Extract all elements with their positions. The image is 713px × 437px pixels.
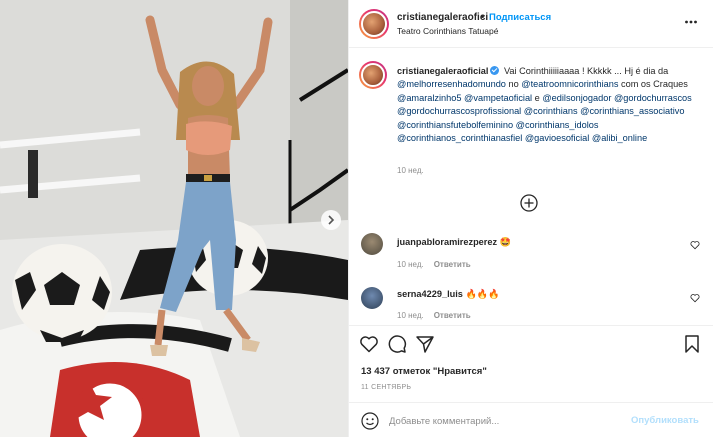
- emoji-icon[interactable]: [361, 412, 379, 430]
- author-username[interactable]: cristianegaleraofici: [397, 12, 488, 23]
- mention-link[interactable]: @corinthianos_corinthianasfiel: [397, 133, 522, 143]
- photo-illustration: [0, 0, 348, 437]
- post-location[interactable]: Teatro Corinthians Tatuapé: [397, 26, 498, 36]
- post-actions: 13 437 отметок "Нравится" 11 СЕНТЯБРЬ Оп…: [349, 325, 713, 437]
- mention-link[interactable]: @alibi_online: [592, 133, 647, 143]
- comment-username[interactable]: serna4229_luis: [397, 289, 463, 299]
- carousel-next-button[interactable]: [321, 210, 341, 230]
- comment-item: juanpabloramirezperez 🤩: [397, 237, 511, 248]
- add-comment-bar: Опубликовать: [349, 402, 713, 437]
- mention-link[interactable]: @gavioesoficial: [525, 133, 589, 143]
- mention-link[interactable]: @corinthians: [524, 106, 578, 116]
- comment-item: serna4229_luis 🔥🔥🔥: [397, 289, 500, 300]
- comment-bubble-icon[interactable]: [387, 334, 407, 354]
- caption-text: com os Craques: [618, 79, 688, 90]
- caption-text: e: [532, 92, 543, 103]
- caption-username[interactable]: cristianegaleraoficial: [397, 66, 488, 76]
- likes-number: 13 437: [361, 366, 391, 377]
- comment-text: 🤩: [499, 237, 512, 247]
- post-caption: cristianegaleraoficial Vai Corinthiiiiia…: [397, 65, 702, 145]
- likes-label: отметок "Нравится": [392, 366, 487, 377]
- load-more-comments-icon[interactable]: [520, 194, 538, 212]
- mention-link[interactable]: @edilsonjogador: [542, 93, 611, 103]
- follow-button[interactable]: Подписаться: [489, 12, 551, 23]
- mention-link[interactable]: @teatroomnicorinthians: [521, 79, 618, 89]
- commenter-avatar[interactable]: [361, 233, 383, 255]
- comment-username[interactable]: juanpabloramirezperez: [397, 237, 497, 247]
- publish-button[interactable]: Опубликовать: [631, 415, 699, 426]
- like-heart-icon[interactable]: [359, 334, 379, 354]
- mention-link[interactable]: @corinthians_associativo: [580, 106, 684, 116]
- share-send-icon[interactable]: [415, 334, 435, 354]
- mention-link[interactable]: @corinthians_idolos: [516, 120, 599, 130]
- caption-text-start: Vai Corinthiiiiiaaaa ! Kkkkk ... Hj é di…: [503, 66, 669, 76]
- likes-count[interactable]: 13 437 отметок "Нравится": [361, 366, 487, 377]
- reply-button[interactable]: Ответить: [434, 311, 471, 320]
- mention-link[interactable]: @gordochurrascosprofissional: [397, 106, 521, 116]
- comment-time[interactable]: 10 нед.: [397, 260, 424, 269]
- verified-badge-icon: [490, 66, 500, 75]
- mention-link[interactable]: @vampetaoficial: [464, 93, 532, 103]
- comment-like-heart-icon[interactable]: [690, 240, 700, 250]
- reply-button[interactable]: Ответить: [434, 260, 471, 269]
- chevron-right-icon: [328, 215, 335, 225]
- mention-link[interactable]: @amaralzinho5: [397, 93, 461, 103]
- comment-meta: 10 нед. Ответить: [397, 260, 471, 269]
- comment-time[interactable]: 10 нед.: [397, 311, 424, 320]
- author-avatar[interactable]: [359, 9, 389, 39]
- caption-timestamp[interactable]: 10 нед.: [397, 166, 424, 175]
- mention-link[interactable]: @gordochurrascos: [614, 93, 692, 103]
- header-separator: •: [481, 12, 485, 23]
- comment-meta: 10 нед. Ответить: [397, 311, 471, 320]
- bookmark-icon[interactable]: [682, 334, 702, 354]
- post-photo[interactable]: [0, 0, 348, 437]
- post-header: cristianegaleraofici • Подписаться Teatr…: [349, 0, 713, 48]
- comment-text: 🔥🔥🔥: [465, 289, 500, 299]
- caption-text: no: [505, 79, 522, 90]
- instagram-post: cristianegaleraofici • Подписаться Teatr…: [0, 0, 713, 437]
- mention-link[interactable]: @melhorresenhadomundo: [397, 79, 506, 89]
- post-date[interactable]: 11 СЕНТЯБРЬ: [361, 384, 411, 391]
- comment-input[interactable]: [389, 412, 619, 430]
- comments-section: cristianegaleraoficial Vai Corinthiiiiia…: [349, 49, 713, 325]
- caption-author-avatar[interactable]: [359, 61, 387, 89]
- commenter-avatar[interactable]: [361, 287, 383, 309]
- mention-link[interactable]: @corinthiansfutebolfeminino: [397, 120, 513, 130]
- comment-like-heart-icon[interactable]: [690, 293, 700, 303]
- more-dots-icon[interactable]: [684, 15, 698, 29]
- post-side-panel: cristianegaleraofici • Подписаться Teatr…: [348, 0, 713, 437]
